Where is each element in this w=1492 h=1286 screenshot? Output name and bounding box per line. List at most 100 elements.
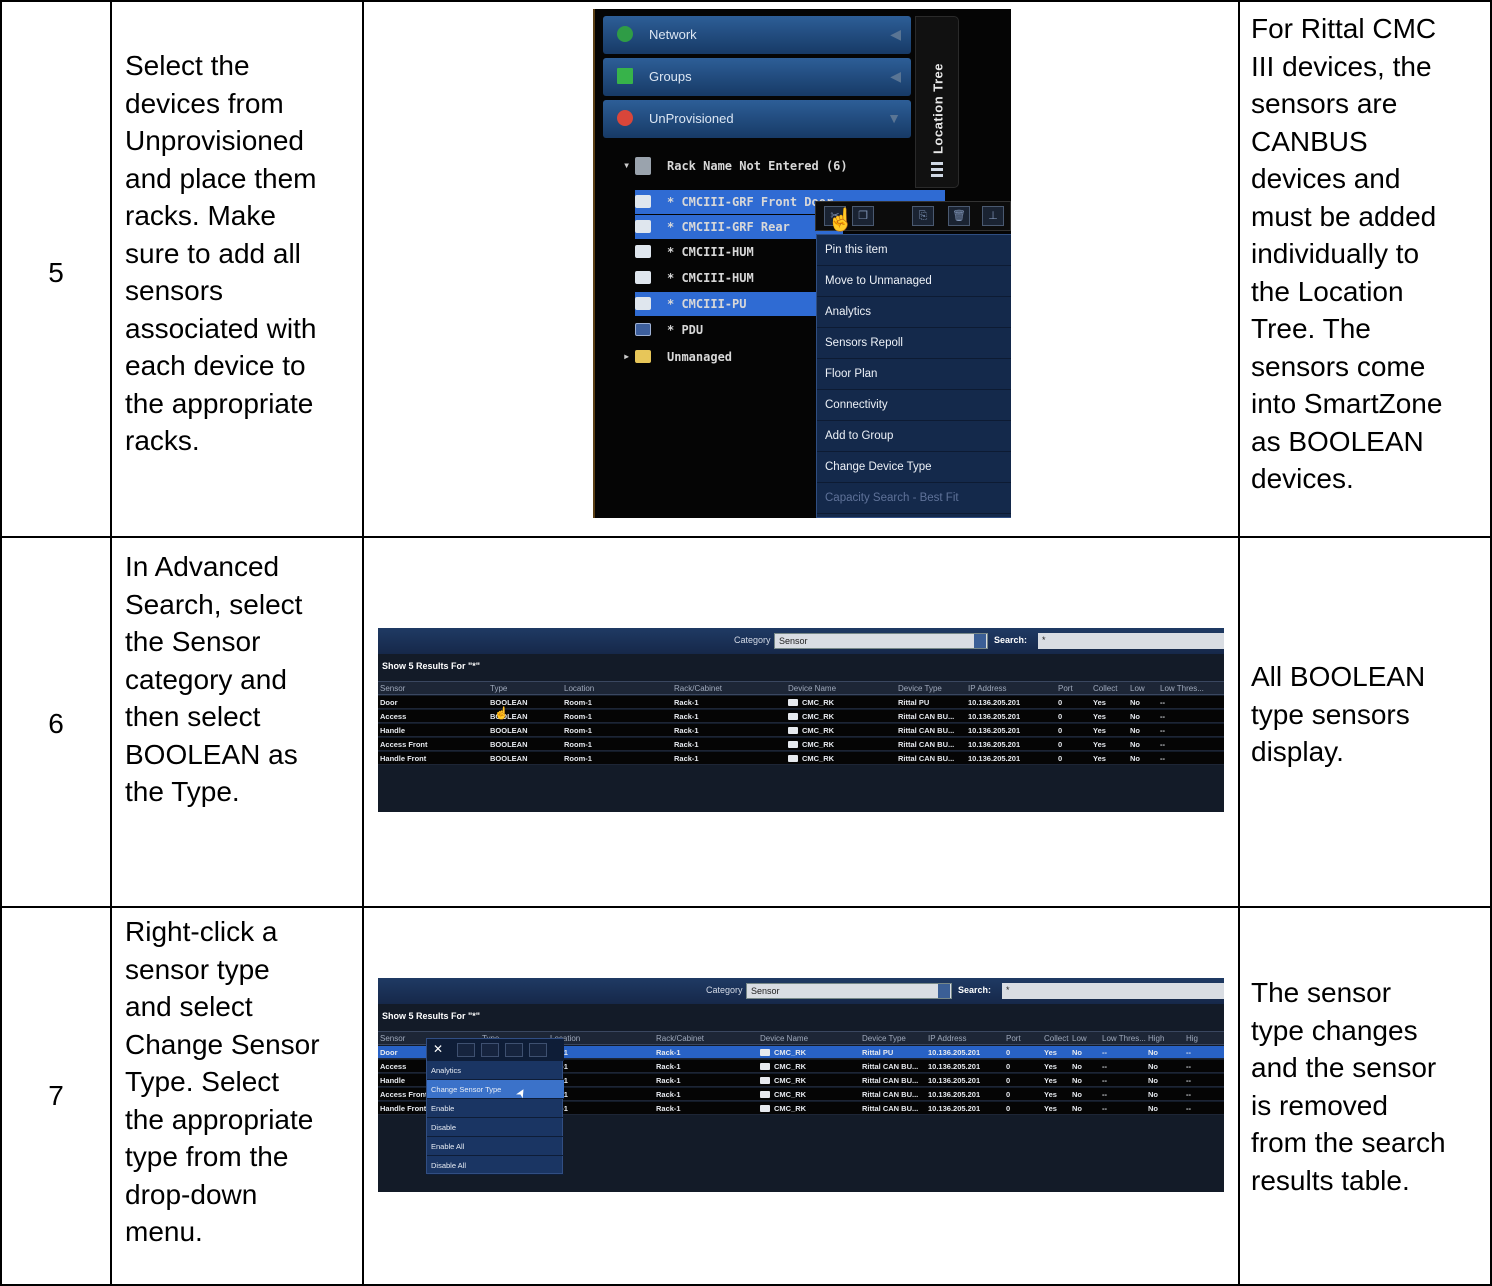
menu-item[interactable]: Add to Group [817,421,1011,452]
copy-icon[interactable] [457,1043,475,1057]
table-cell: Room-1 [564,698,592,707]
paste-icon[interactable]: ⎘ [912,206,934,226]
table-row: 7 Right-click a sensor type and select Chan… [0,906,1492,1286]
search-input[interactable]: * [1038,633,1224,649]
menu-item[interactable]: Change Sensor Type [427,1080,564,1099]
column-header[interactable]: Device Name [760,1034,808,1043]
column-header[interactable]: Collect [1044,1034,1068,1043]
column-header[interactable]: Rack/Cabinet [656,1034,704,1043]
dropdown-arrow-icon[interactable] [974,634,986,648]
note-cell: For Rittal CMC III devices, the sensors ar… [1238,0,1492,538]
menu-item[interactable]: Disable All [427,1156,564,1175]
column-header[interactable]: Sensor [380,684,405,693]
results-title: Show 5 Results For "*" [382,1011,481,1021]
table-cell: 0 [1006,1104,1011,1113]
column-header[interactable]: Low Thres... [1160,684,1204,693]
move-icon[interactable]: ⊥ [982,206,1004,226]
tree-item[interactable]: * CMCIII-PU [635,292,843,316]
table-cell: Yes [1044,1104,1057,1113]
delete-icon[interactable]: 🗑 [948,206,970,226]
note-text: For Rittal CMC III devices, the sensors ar… [1251,10,1486,498]
table-row[interactable]: Access Front BOOLEAN Room-1 Rack-1 CMC_RK Rit… [378,738,1224,751]
text-line: racks. [125,425,200,456]
table-cell: -- [1160,740,1165,749]
category-select[interactable]: Sensor [746,983,952,999]
menu-item[interactable]: Disable [427,1118,564,1137]
delete-icon[interactable] [505,1043,523,1057]
column-header[interactable]: Sensor [380,1034,405,1043]
accordion-network[interactable]: Network ◀ [603,16,911,54]
column-header[interactable]: Low [1072,1034,1087,1043]
menu-item[interactable]: Connectivity [817,390,1011,421]
column-header[interactable]: Port [1006,1034,1021,1043]
table-cell: Rack-1 [674,698,699,707]
table-cell: 0 [1058,726,1063,735]
column-header[interactable]: High [1148,1034,1164,1043]
device-icon [760,1063,770,1070]
hand-cursor-icon: ☝ [494,706,509,720]
column-header[interactable]: IP Address [928,1034,967,1043]
menu-item[interactable]: Sensors Repoll [817,328,1011,359]
menu-item[interactable]: Floor Plan [817,359,1011,390]
menu-item[interactable]: Enable All [427,1137,564,1156]
column-header[interactable]: Hig [1186,1034,1198,1043]
change-sensor-type-screenshot: CategorySensorSearch:*RefineShow 5 Resul… [378,978,1224,1192]
tree-item[interactable]: ▾ Rack Name Not Entered (6) [623,154,923,178]
search-input[interactable]: * [1002,983,1224,999]
device-icon [760,1049,770,1056]
table-cell: Rack-1 [656,1062,681,1071]
device-icon [635,297,651,310]
category-select[interactable]: Sensor [774,633,988,649]
table-cell: -- [1160,754,1165,763]
table-cell: Access [380,712,407,721]
paste-icon[interactable] [481,1043,499,1057]
table-cell: Room-1 [564,712,592,721]
tree-item[interactable]: * CMCIII-GRF Rear [635,215,843,239]
text-line: Select the [125,50,250,81]
table-cell: Rack-1 [674,726,699,735]
column-header[interactable]: Low Thres... [1102,1034,1146,1043]
column-header[interactable]: Rack/Cabinet [674,684,722,693]
menu-item[interactable]: Analytics [817,297,1011,328]
menu-item[interactable]: Analytics [427,1061,564,1080]
table-cell: BOOLEAN [490,740,528,749]
column-header[interactable]: Location [564,684,594,693]
menu-item[interactable]: Pin this item [817,235,1011,266]
move-icon[interactable] [529,1043,547,1057]
table-cell: CMC_RK [802,726,835,735]
menu-item[interactable]: Move to Unmanaged [817,266,1011,297]
screenshot-cell: CategorySensorSearch:*RefineShow 5 Resul… [362,906,1240,1286]
table-cell: Yes [1093,712,1106,721]
text-line: Unprovisioned [125,125,304,156]
column-header[interactable]: IP Address [968,684,1007,693]
column-header[interactable]: Device Type [862,1034,906,1043]
text-line: The sensor [1251,977,1392,1008]
column-header[interactable]: Port [1058,684,1073,693]
table-cell: No [1148,1062,1158,1071]
expand-arrow-icon[interactable]: ▾ [623,158,630,172]
menu-item[interactable]: Enable [427,1099,564,1118]
table-cell: Yes [1093,740,1106,749]
collapse-arrow-icon[interactable]: ▸ [623,349,630,363]
column-header[interactable]: Collect [1093,684,1117,693]
column-header[interactable]: Device Type [898,684,942,693]
text-line: sensor type [125,953,270,985]
instruction-text: Select the devices from Unprovisioned and p… [125,47,358,460]
table-cell: Access Front [380,740,428,749]
menu-item[interactable]: Change Device Type [817,452,1011,483]
device-icon [635,245,651,258]
column-header[interactable]: Device Name [788,684,836,693]
copy-icon[interactable]: ❐ [852,206,874,226]
dropdown-arrow-icon[interactable] [938,984,950,998]
close-icon[interactable]: ✕ [433,1042,443,1056]
column-header[interactable]: Low [1130,684,1145,693]
text-line: drop-down [125,1178,258,1210]
column-header[interactable]: Type [490,684,507,693]
location-tree-screenshot: Network ◀ Groups ◀ UnProvisioned ▼ Location T… [593,9,1011,518]
note-text: The sensor type changes and the sensor is r… [1251,974,1486,1199]
table-row[interactable]: Handle Front BOOLEAN Room-1 Rack-1 CMC_RK Rit… [378,752,1224,765]
accordion-unprovisioned[interactable]: UnProvisioned ▼ [603,100,911,138]
table-cell: No [1148,1090,1158,1099]
accordion-groups[interactable]: Groups ◀ [603,58,911,96]
table-row[interactable]: Handle BOOLEAN Room-1 Rack-1 CMC_RK Rittal CA… [378,724,1224,737]
